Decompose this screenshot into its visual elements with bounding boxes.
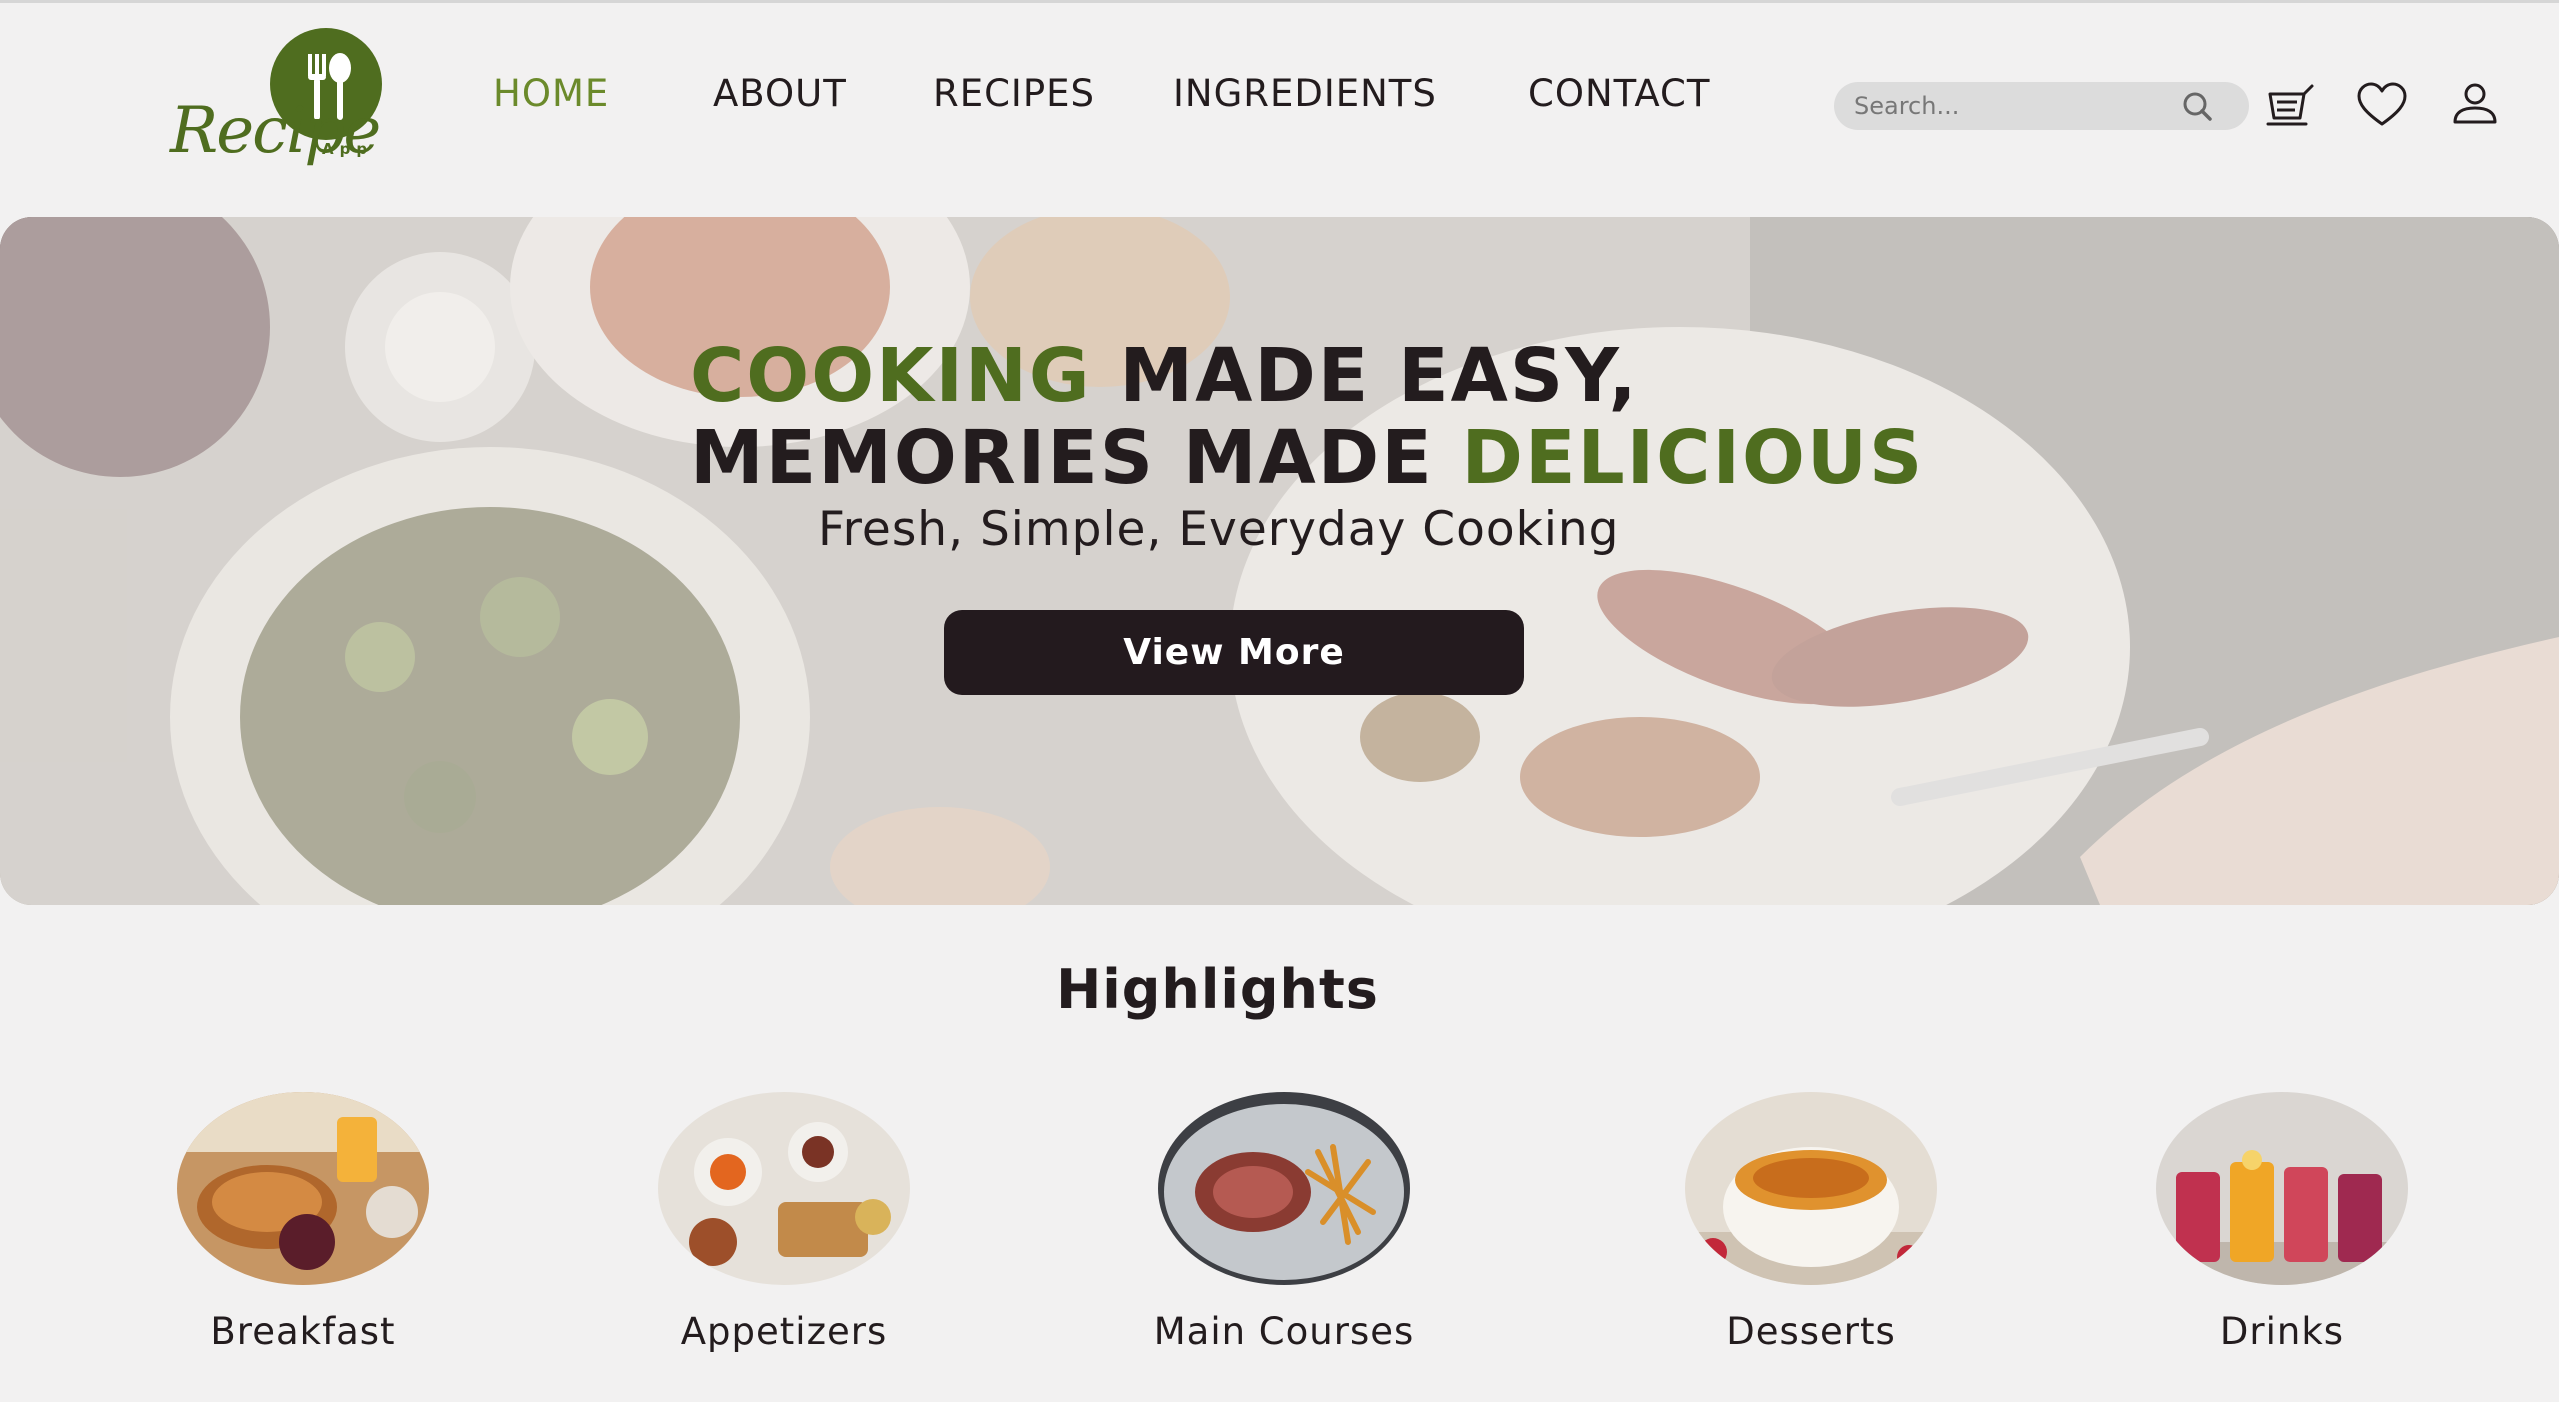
- nav-recipes[interactable]: RECIPES: [933, 72, 1095, 115]
- category-label: Drinks: [2219, 1310, 2345, 1353]
- category-label: Main Courses: [1153, 1310, 1415, 1353]
- category-label: Desserts: [1726, 1310, 1896, 1353]
- nav-ingredients[interactable]: INGREDIENTS: [1173, 72, 1437, 115]
- search-icon[interactable]: [2174, 88, 2222, 124]
- shopping-list-icon[interactable]: [2264, 80, 2318, 132]
- main-courses-image: [1158, 1092, 1410, 1285]
- hero-line1-rest: MADE EASY,: [1091, 333, 1639, 419]
- category-desserts[interactable]: Desserts: [1661, 1092, 1961, 1362]
- view-more-button[interactable]: View More: [944, 610, 1524, 695]
- hero-subtitle: Fresh, Simple, Everyday Cooking: [818, 502, 1620, 557]
- nav-home[interactable]: HOME: [493, 72, 609, 115]
- site-header: Recipe App HOME ABOUT RECIPES INGREDIENT…: [0, 0, 2559, 215]
- drinks-image: [2156, 1092, 2408, 1285]
- desserts-image: [1685, 1092, 1937, 1285]
- breakfast-image: [177, 1092, 429, 1285]
- hero-overlay: [0, 217, 2559, 905]
- hero-accent-delicious: DELICIOUS: [1461, 415, 1925, 501]
- appetizers-image: [658, 1092, 910, 1285]
- category-drinks[interactable]: Drinks: [2132, 1092, 2432, 1362]
- category-breakfast[interactable]: Breakfast: [153, 1092, 453, 1362]
- search-input[interactable]: [1854, 88, 2174, 124]
- user-icon[interactable]: [2448, 80, 2502, 132]
- hero-line2-rest: MEMORIES MADE: [690, 415, 1462, 501]
- logo[interactable]: Recipe App: [168, 28, 398, 174]
- category-label: Appetizers: [680, 1310, 888, 1353]
- category-label: Breakfast: [210, 1310, 396, 1353]
- highlights-title: Highlights: [1056, 958, 1379, 1021]
- logo-subtext: App: [322, 140, 374, 158]
- hero-accent-cooking: COOKING: [690, 333, 1092, 419]
- category-main-courses[interactable]: Main Courses: [1134, 1092, 1434, 1362]
- hero-banner: COOKING MADE EASY, MEMORIES MADE DELICIO…: [0, 217, 2559, 905]
- nav-about[interactable]: ABOUT: [713, 72, 847, 115]
- hero-heading: COOKING MADE EASY, MEMORIES MADE DELICIO…: [690, 335, 2090, 499]
- category-appetizers[interactable]: Appetizers: [634, 1092, 934, 1362]
- heart-icon[interactable]: [2355, 80, 2409, 132]
- nav-contact[interactable]: CONTACT: [1528, 72, 1710, 115]
- search-bar: [1834, 82, 2249, 130]
